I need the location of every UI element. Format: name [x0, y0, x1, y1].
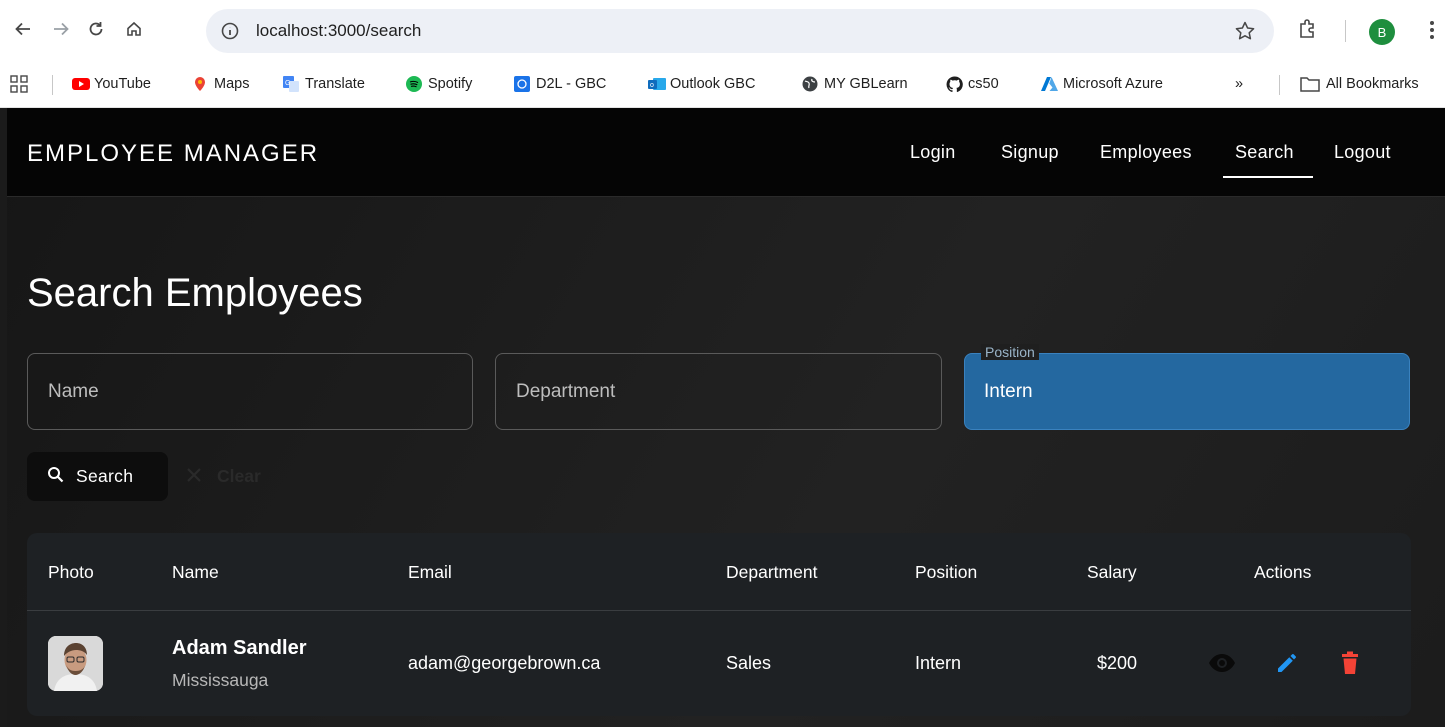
overflow-chevron-icon: » [1235, 76, 1244, 92]
maps-icon [192, 76, 208, 92]
header-department: Department [726, 562, 818, 582]
bookmark-label: cs50 [968, 76, 999, 92]
app-bar: EMPLOYEE MANAGER Login Signup Employees … [7, 108, 1445, 197]
bookmarks-bar: YouTube Maps G Translate Spotify D2L - G… [0, 62, 1445, 108]
url-text[interactable]: localhost:3000/search [256, 21, 421, 41]
bookmarks-overflow-button[interactable]: » [1235, 72, 1243, 96]
bookmark-label: Microsoft Azure [1063, 76, 1163, 92]
edit-icon[interactable] [1273, 649, 1301, 677]
employee-department: Sales [726, 653, 772, 673]
nav-logout[interactable]: Logout [1334, 142, 1391, 163]
bookmark-star-icon[interactable] [1234, 20, 1256, 42]
page-title: Search Employees [27, 271, 363, 315]
search-icon [47, 466, 64, 488]
bookmark-label: Spotify [428, 76, 473, 92]
bookmark-label: YouTube [94, 76, 151, 92]
search-button[interactable]: Search [27, 452, 168, 501]
svg-text:G: G [285, 80, 290, 87]
all-bookmarks-label: All Bookmarks [1326, 76, 1419, 92]
nav-login[interactable]: Login [910, 142, 956, 163]
bookmark-label: MY GBLearn [824, 76, 908, 92]
bookmark-outlook[interactable]: o Outlook GBC [648, 72, 755, 96]
employee-email: adam@georgebrown.ca [408, 653, 601, 673]
github-icon [946, 76, 963, 93]
nav-employees[interactable]: Employees [1100, 142, 1192, 163]
header-salary: Salary [1087, 562, 1137, 582]
employee-name: Adam Sandler [172, 637, 307, 659]
bookmark-label: Maps [214, 76, 250, 92]
toolbar-divider [1345, 20, 1346, 42]
employee-salary: $200 [1097, 653, 1138, 673]
reload-icon[interactable] [83, 16, 109, 42]
active-nav-indicator [1223, 176, 1313, 178]
bookmark-gblearn[interactable]: MY GBLearn [802, 72, 908, 96]
header-photo: Photo [48, 562, 94, 582]
employee-position: Intern [915, 653, 962, 673]
department-field[interactable]: Department [495, 353, 942, 430]
bookmark-azure[interactable]: Microsoft Azure [1041, 72, 1163, 96]
apps-grid-icon[interactable] [10, 72, 28, 96]
bookmark-translate[interactable]: G Translate [283, 72, 365, 96]
header-name: Name [172, 562, 219, 582]
forward-arrow-icon[interactable] [48, 16, 74, 42]
bookmark-label: D2L - GBC [536, 76, 607, 92]
bookmark-maps[interactable]: Maps [192, 72, 249, 96]
employee-city: Mississauga [172, 670, 269, 690]
name-placeholder: Name [48, 381, 99, 402]
clear-button[interactable]: Clear [187, 452, 261, 501]
outlook-icon: o [648, 76, 666, 92]
name-field[interactable]: Name [27, 353, 473, 430]
department-placeholder: Department [516, 381, 616, 402]
position-value[interactable]: Intern [984, 381, 1033, 403]
bookmark-d2l[interactable]: D2L - GBC [514, 72, 606, 96]
header-actions: Actions [1254, 562, 1312, 582]
search-button-label: Search [76, 466, 134, 486]
back-arrow-icon[interactable] [10, 16, 36, 42]
close-icon [187, 466, 201, 487]
app-viewport: EMPLOYEE MANAGER Login Signup Employees … [7, 108, 1445, 727]
avatar [48, 636, 103, 691]
position-label: Position [981, 344, 1039, 360]
youtube-icon [72, 76, 90, 92]
profile-avatar[interactable]: B [1369, 19, 1395, 45]
header-position: Position [915, 562, 978, 582]
bookmark-spotify[interactable]: Spotify [406, 72, 472, 96]
bookmarks-divider [1279, 75, 1280, 95]
view-icon[interactable] [1208, 649, 1236, 677]
all-bookmarks-button[interactable]: All Bookmarks [1300, 72, 1419, 96]
home-icon[interactable] [121, 16, 147, 42]
browser-toolbar: localhost:3000/search B [0, 0, 1445, 62]
azure-icon [1041, 76, 1058, 92]
translate-icon: G [283, 76, 299, 92]
spotify-icon [406, 76, 422, 92]
delete-icon[interactable] [1336, 649, 1364, 677]
position-field[interactable]: Position Intern [964, 344, 1410, 430]
bookmark-youtube[interactable]: YouTube [72, 72, 151, 96]
more-menu-icon[interactable] [1422, 18, 1442, 42]
svg-text:o: o [650, 82, 654, 89]
header-email: Email [408, 562, 452, 582]
bookmark-label: Translate [305, 76, 365, 92]
extensions-icon[interactable] [1297, 18, 1319, 40]
nav-signup[interactable]: Signup [1001, 142, 1059, 163]
d2l-icon [514, 76, 530, 92]
clear-button-label: Clear [217, 466, 261, 486]
employees-table: Photo Name Email Department Position Sal… [27, 533, 1411, 716]
site-info-icon[interactable] [220, 21, 240, 41]
globe-icon [802, 76, 818, 92]
folder-icon [1300, 76, 1320, 92]
nav-search[interactable]: Search [1235, 142, 1294, 163]
bookmark-label: Outlook GBC [670, 76, 756, 92]
address-bar[interactable]: localhost:3000/search [206, 9, 1274, 53]
bookmark-cs50[interactable]: cs50 [946, 72, 999, 96]
brand-title[interactable]: EMPLOYEE MANAGER [27, 140, 319, 168]
bookmarks-divider [52, 75, 53, 95]
table-divider [27, 610, 1411, 611]
